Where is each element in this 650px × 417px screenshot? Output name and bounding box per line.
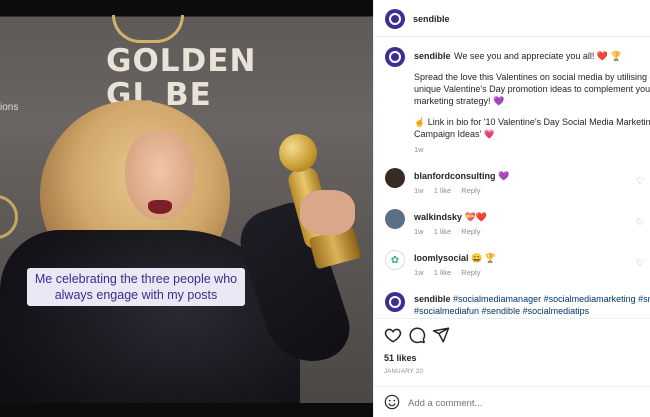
hashtags-line1: sendible #socialmediamanager #socialmedi… bbox=[414, 293, 650, 305]
comment-like-icon[interactable]: ♡ bbox=[636, 218, 645, 227]
backdrop-text-ions: ions bbox=[0, 102, 19, 113]
comment-time: 1w bbox=[414, 186, 424, 195]
hashtags-line2[interactable]: #socialmediafun #sendible #socialmediati… bbox=[414, 305, 589, 317]
image-top-bar bbox=[0, 0, 373, 16]
comment-avatar[interactable]: ✿ bbox=[385, 250, 405, 270]
account-avatar[interactable] bbox=[385, 9, 405, 29]
add-comment-input[interactable] bbox=[408, 395, 638, 411]
add-comment-bar bbox=[374, 386, 650, 417]
comment-likes[interactable]: 1 like bbox=[434, 268, 452, 277]
post-caption-p1a: Spread the love this Valentines on socia… bbox=[414, 72, 650, 82]
post-time: 1w bbox=[414, 145, 424, 154]
like-heart-icon[interactable] bbox=[384, 326, 402, 344]
comment-like-icon[interactable]: ♡ bbox=[636, 177, 645, 186]
trophy-globe bbox=[279, 134, 317, 172]
meme-caption: Me celebrating the three people who alwa… bbox=[27, 268, 245, 306]
comment-likes[interactable]: 1 like bbox=[434, 227, 452, 236]
header-username[interactable]: sendible bbox=[413, 14, 450, 24]
comment-reply[interactable]: Reply bbox=[461, 268, 480, 277]
post-author-username[interactable]: sendible bbox=[414, 51, 451, 61]
comment-avatar[interactable] bbox=[385, 209, 405, 229]
backdrop-ring bbox=[0, 195, 18, 239]
hashtag-author-username[interactable]: sendible bbox=[414, 294, 451, 304]
comment-text: 💜 bbox=[498, 171, 510, 181]
sendible-logo-icon bbox=[389, 13, 401, 25]
comment-text: 😀 🏆 bbox=[471, 253, 496, 263]
comment-meta: 1w 1 like Reply bbox=[414, 227, 488, 236]
post-image[interactable]: GOLDEN GL BE ions BE OS Me celebrating t… bbox=[0, 0, 373, 417]
loomly-logo-icon: ✿ bbox=[390, 254, 400, 266]
hashtag-author-avatar[interactable] bbox=[385, 292, 405, 312]
sendible-logo-icon bbox=[389, 296, 401, 308]
comment-meta: 1w 1 like Reply bbox=[414, 186, 488, 195]
person-hand bbox=[300, 190, 355, 235]
comment-row: walkindsky 💝❤️ bbox=[414, 212, 487, 223]
comment-reply[interactable]: Reply bbox=[461, 227, 480, 236]
comment-username[interactable]: loomlysocial bbox=[414, 253, 469, 263]
golden-globe-logo-ring bbox=[112, 15, 184, 43]
hashtags-text-1[interactable]: #socialmediamanager #socialmediamarketin… bbox=[453, 294, 650, 304]
share-send-icon[interactable] bbox=[432, 326, 450, 344]
backdrop-text-golden: GOLDEN bbox=[106, 43, 257, 79]
post-header: sendible bbox=[374, 0, 650, 37]
person-mouth bbox=[148, 200, 172, 214]
comment-username[interactable]: walkindsky bbox=[414, 212, 462, 222]
comment-row: blanfordconsulting 💜 bbox=[414, 171, 509, 182]
post-caption-p2a: ☝️ Link in bio for '10 Valentine's Day S… bbox=[414, 117, 650, 127]
likes-count[interactable]: 51 likes bbox=[384, 353, 417, 363]
sendible-logo-icon bbox=[389, 51, 401, 63]
post-caption-line1: We see you and appreciate you all! ❤️ 🏆 bbox=[454, 51, 622, 61]
post-author-avatar[interactable] bbox=[385, 47, 405, 67]
comment-avatar[interactable] bbox=[385, 168, 405, 188]
comment-reply[interactable]: Reply bbox=[461, 186, 480, 195]
comment-username[interactable]: blanfordconsulting bbox=[414, 171, 496, 181]
post-caption-p1b: unique Valentine's Day promotion ideas t… bbox=[414, 84, 650, 94]
emoji-smiley-icon[interactable] bbox=[384, 394, 400, 410]
comment-bubble-icon[interactable] bbox=[408, 326, 426, 344]
image-bottom-bar bbox=[0, 403, 373, 417]
post-date: JANUARY 20 bbox=[384, 369, 424, 375]
post-caption-p1c: marketing strategy! 💜 bbox=[414, 96, 505, 106]
comment-like-icon[interactable]: ♡ bbox=[636, 259, 645, 268]
post-caption-p2b: Campaign Ideas' 💗 bbox=[414, 129, 495, 139]
comment-text: 💝❤️ bbox=[464, 212, 487, 222]
comment-time: 1w bbox=[414, 227, 424, 236]
comment-likes[interactable]: 1 like bbox=[434, 186, 452, 195]
comment-row: loomlysocial 😀 🏆 bbox=[414, 253, 496, 264]
comment-time: 1w bbox=[414, 268, 424, 277]
post-details-panel: sendible sendible We see you and appreci… bbox=[373, 0, 650, 417]
comment-meta: 1w 1 like Reply bbox=[414, 268, 488, 277]
